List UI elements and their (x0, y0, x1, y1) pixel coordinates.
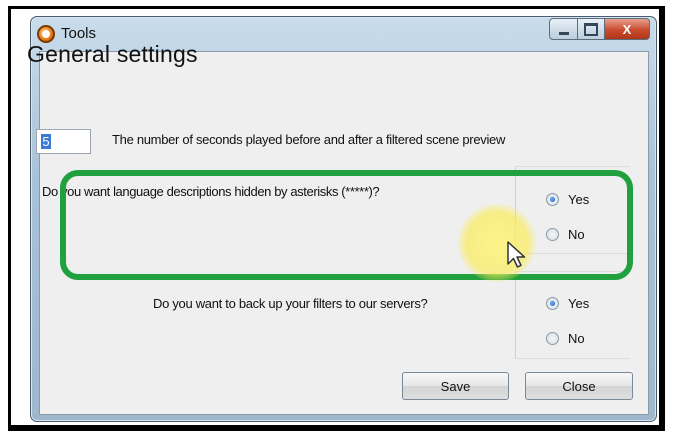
close-icon: X (622, 21, 632, 37)
save-button[interactable]: Save (402, 372, 509, 400)
seconds-value: 5 (41, 134, 51, 149)
maximize-icon (584, 22, 598, 36)
backup-no-radio[interactable] (546, 332, 559, 345)
minimize-icon (558, 31, 569, 35)
backup-yes-radio[interactable] (546, 297, 559, 310)
backup-yes-option[interactable]: Yes (546, 296, 589, 311)
close-button[interactable]: Close (525, 372, 633, 400)
window-controls: X (549, 18, 650, 40)
mouse-pointer-icon (507, 241, 526, 268)
backup-yes-label: Yes (568, 296, 590, 311)
highlight-outline (60, 170, 633, 280)
close-window-button[interactable]: X (605, 18, 650, 40)
maximize-button[interactable] (578, 18, 605, 40)
page-title: General settings (27, 41, 198, 67)
seconds-input[interactable]: 5 (36, 129, 91, 154)
seconds-label: The number of seconds played before and … (112, 132, 506, 147)
backup-no-label: No (568, 331, 585, 346)
backup-no-option[interactable]: No (546, 331, 585, 346)
backup-question-label: Do you want to back up your filters to o… (153, 296, 428, 311)
minimize-button[interactable] (549, 18, 578, 40)
window-title: Tools (61, 25, 97, 42)
